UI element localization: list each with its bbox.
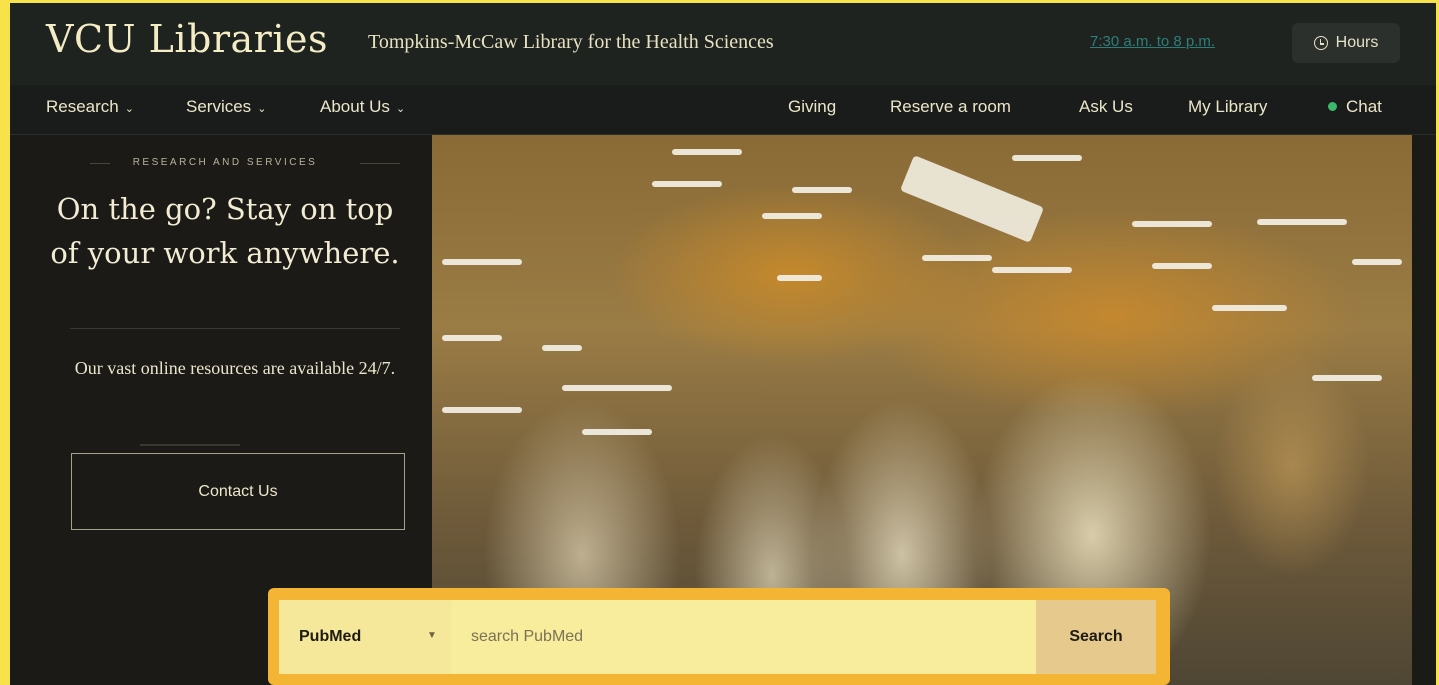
- hours-button[interactable]: Hours: [1292, 23, 1400, 63]
- nav-ask-us[interactable]: Ask Us: [1079, 85, 1133, 135]
- light-streak: [442, 259, 522, 265]
- light-streak: [442, 407, 522, 413]
- search-source-select[interactable]: PubMed ▼: [279, 600, 451, 674]
- nav-about-us[interactable]: About Us ⌄: [320, 85, 405, 135]
- light-streak: [1312, 375, 1382, 381]
- search-input[interactable]: [451, 600, 1036, 674]
- nav-reserve-room[interactable]: Reserve a room: [890, 85, 1011, 135]
- nav-services[interactable]: Services ⌄: [186, 85, 266, 135]
- site-logo[interactable]: VCU Libraries: [46, 17, 328, 61]
- feature-divider: [70, 328, 400, 329]
- light-streak: [762, 213, 822, 219]
- light-streak: [1352, 259, 1402, 265]
- nav-my-library[interactable]: My Library: [1188, 85, 1267, 135]
- light-streak: [442, 335, 502, 341]
- light-streak: [777, 275, 822, 281]
- light-streak: [672, 149, 742, 155]
- page-frame: VCU Libraries Tompkins-McCaw Library for…: [10, 3, 1436, 685]
- light-streak: [1257, 219, 1347, 225]
- nav-chat-label: Chat: [1346, 97, 1382, 116]
- nav-about-us-label: About Us: [320, 97, 390, 116]
- right-margin: [1412, 135, 1436, 685]
- light-streak: [582, 429, 652, 435]
- light-streak: [1012, 155, 1082, 161]
- online-status-icon: [1328, 102, 1337, 112]
- contact-us-button[interactable]: Contact Us: [71, 453, 405, 530]
- library-name[interactable]: Tompkins-McCaw Library for the Health Sc…: [368, 31, 774, 54]
- hours-button-label: Hours: [1335, 34, 1379, 51]
- feature-headline: On the go? Stay on top of your work anyw…: [50, 192, 400, 270]
- nav-research[interactable]: Research ⌄: [46, 85, 134, 135]
- main-nav: Research ⌄ Services ⌄ About Us ⌄ Giving Res…: [10, 85, 1436, 135]
- feature-eyebrow: RESEARCH AND SERVICES: [132, 157, 318, 168]
- light-streak: [1132, 221, 1212, 227]
- button-accent-rule: [140, 444, 240, 446]
- nav-chat[interactable]: Chat: [1328, 85, 1382, 135]
- light-streak: [992, 267, 1072, 273]
- today-hours-link[interactable]: 7:30 a.m. to 8 p.m.: [1090, 33, 1215, 50]
- light-streak: [792, 187, 852, 193]
- nav-services-label: Services: [186, 97, 252, 116]
- light-streak: [542, 345, 582, 351]
- nav-research-label: Research: [46, 97, 119, 116]
- feature-body: Our vast online resources are available …: [74, 358, 396, 378]
- light-streak: [922, 255, 992, 261]
- eyebrow-rule-right: [360, 163, 400, 164]
- light-streak: [652, 181, 722, 187]
- chevron-down-icon: ⌄: [124, 103, 134, 115]
- light-streak: [1152, 263, 1212, 269]
- search-button[interactable]: Search: [1036, 600, 1156, 674]
- chevron-down-icon: ⌄: [257, 103, 267, 115]
- ceiling-light: [899, 155, 1045, 243]
- chevron-down-icon: ▼: [427, 630, 437, 641]
- nav-giving[interactable]: Giving: [788, 85, 836, 135]
- chevron-down-icon: ⌄: [395, 103, 406, 115]
- light-streak: [1212, 305, 1287, 311]
- clock-icon: [1313, 36, 1328, 50]
- search-source-value: PubMed: [299, 628, 362, 645]
- site-header: VCU Libraries Tompkins-McCaw Library for…: [10, 3, 1436, 85]
- light-streak: [562, 385, 672, 391]
